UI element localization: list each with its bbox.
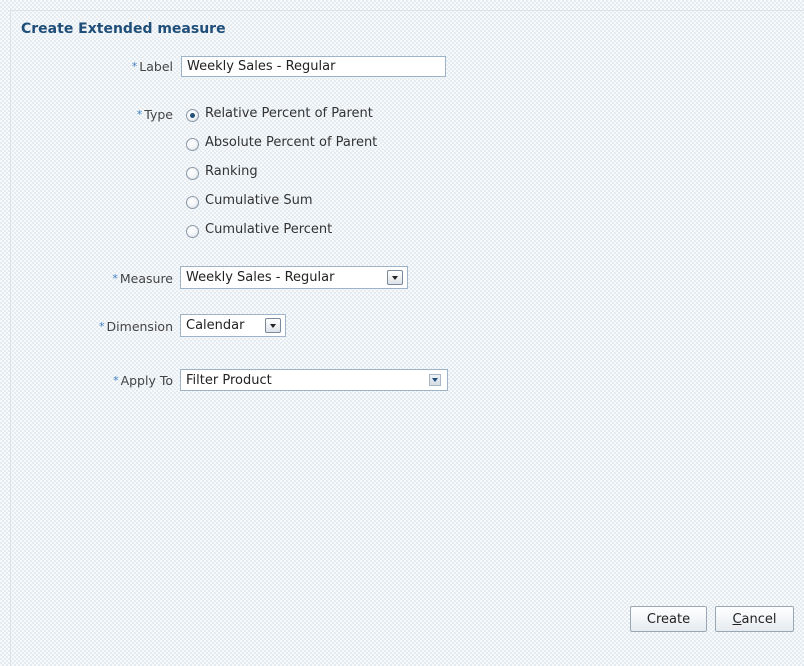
label-field-label-text: Label (139, 59, 173, 74)
radio-label: Cumulative Sum (205, 192, 313, 208)
dimension-select-value: Calendar (186, 318, 245, 333)
required-marker: * (131, 60, 138, 73)
radio-label: Ranking (205, 163, 258, 179)
dialog-title: Create Extended measure (21, 21, 226, 37)
required-marker: * (113, 374, 119, 387)
radio-absolute-percent-of-parent[interactable]: Absolute Percent of Parent (186, 132, 377, 152)
dialog-left-border (10, 10, 11, 666)
label-input[interactable] (181, 56, 446, 77)
measure-field-label-text: Measure (119, 271, 173, 286)
radio-cumulative-sum[interactable]: Cumulative Sum (186, 190, 313, 210)
dimension-field-label: * Dimension (99, 319, 173, 334)
dialog-top-border (10, 10, 804, 11)
radio-cumulative-percent[interactable]: Cumulative Percent (186, 219, 332, 239)
radio-button[interactable] (186, 138, 199, 151)
measure-field-label: * Measure (112, 271, 173, 286)
apply-to-select-value: Filter Product (186, 372, 272, 388)
type-field-label: * Type (137, 107, 173, 122)
measure-select-value: Weekly Sales - Regular (186, 270, 335, 285)
chevron-down-icon[interactable] (265, 318, 281, 333)
required-marker: * (99, 320, 105, 333)
apply-to-field-label-text: Apply To (120, 373, 173, 388)
cancel-button[interactable]: Cancel (715, 606, 794, 632)
radio-button[interactable] (186, 225, 199, 238)
radio-ranking[interactable]: Ranking (186, 161, 258, 181)
radio-relative-percent-of-parent[interactable]: Relative Percent of Parent (186, 103, 373, 123)
apply-to-select[interactable]: Filter Product (180, 369, 448, 391)
type-field-label-text: Type (144, 107, 173, 122)
required-marker: * (136, 108, 143, 121)
measure-select[interactable]: Weekly Sales - Regular (180, 266, 408, 289)
radio-button-selected[interactable] (186, 109, 199, 122)
create-button[interactable]: Create (630, 606, 707, 632)
create-extended-measure-dialog: Create Extended measure *Label *Type Rel… (0, 0, 804, 666)
radio-button[interactable] (186, 196, 199, 209)
radio-button[interactable] (186, 167, 199, 180)
cancel-mnemonic: C (732, 611, 742, 627)
chevron-down-icon[interactable] (429, 374, 441, 386)
dimension-select[interactable]: Calendar (180, 314, 286, 337)
label-field-label: * Label (132, 59, 173, 74)
chevron-down-icon[interactable] (387, 270, 403, 285)
apply-to-field-label: * Apply To (113, 373, 173, 388)
radio-label: Relative Percent of Parent (205, 105, 373, 121)
required-marker: * (112, 272, 118, 285)
cancel-label-rest: ancel (741, 611, 777, 627)
dimension-field-label-text: Dimension (106, 319, 173, 334)
radio-label: Cumulative Percent (205, 221, 333, 237)
radio-label: Absolute Percent of Parent (205, 134, 378, 150)
